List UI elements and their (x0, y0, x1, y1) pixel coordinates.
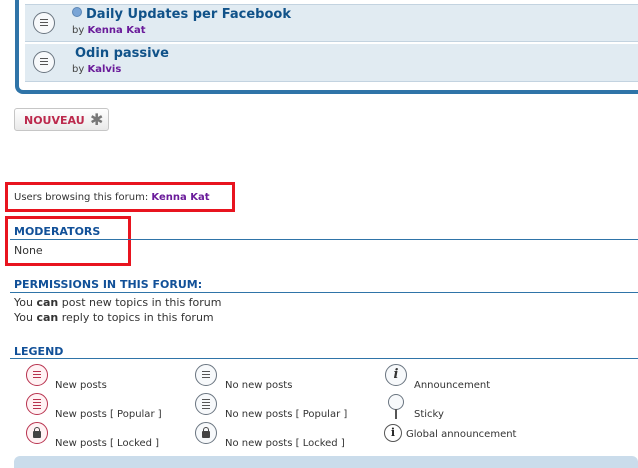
no-new-posts-locked-icon (195, 422, 217, 444)
topic-icon (33, 12, 55, 34)
topic-title[interactable]: Odin passive (75, 46, 169, 61)
permission-line: You can post new topics in this forum (14, 296, 222, 309)
no-new-posts-icon (195, 364, 217, 386)
topic-row[interactable]: Odin passive by Kalvis (25, 44, 638, 82)
legend-label: No new posts (225, 380, 293, 391)
legend-heading: LEGEND (14, 345, 64, 358)
topic-author-line: by Kalvis (72, 64, 122, 75)
legend-label: New posts [ Popular ] (55, 409, 162, 420)
highlight-box-moderators (5, 216, 131, 266)
permissions-heading: PERMISSIONS IN THIS FORUM: (14, 278, 203, 291)
new-topic-button[interactable]: NOUVEAU ✱ (14, 108, 109, 131)
new-posts-locked-icon (26, 422, 48, 444)
unread-dot-icon (72, 7, 82, 17)
divider (10, 239, 638, 240)
divider (10, 358, 638, 359)
footer-bar (14, 456, 638, 468)
legend-label: Global announcement (406, 429, 517, 440)
legend-label: No new posts [ Locked ] (225, 438, 345, 449)
moderators-heading: MODERATORS (14, 225, 101, 238)
topic-list: Daily Updates per Facebook by Kenna Kat … (15, 0, 638, 94)
topic-row[interactable]: Daily Updates per Facebook by Kenna Kat (25, 4, 638, 42)
moderators-value: None (14, 244, 43, 257)
topic-title[interactable]: Daily Updates per Facebook (72, 7, 291, 22)
permission-line: You can reply to topics in this forum (14, 311, 214, 324)
users-browsing: Users browsing this forum: Kenna Kat (14, 192, 210, 203)
legend-label: Announcement (414, 380, 491, 391)
sticky-pin-icon (387, 394, 405, 420)
topic-author[interactable]: Kalvis (87, 64, 121, 75)
star-icon: ✱ (90, 110, 104, 129)
topic-author-line: by Kenna Kat (72, 25, 146, 36)
no-new-posts-popular-icon (195, 393, 217, 415)
topic-author[interactable]: Kenna Kat (87, 25, 145, 36)
topic-icon (33, 51, 55, 73)
new-posts-popular-icon (26, 393, 48, 415)
announcement-icon: i (385, 364, 407, 386)
legend-label: Sticky (414, 409, 444, 420)
legend-label: No new posts [ Popular ] (225, 409, 348, 420)
browsing-user[interactable]: Kenna Kat (151, 192, 209, 203)
legend-label: New posts [ Locked ] (55, 438, 160, 449)
divider (10, 292, 638, 293)
new-topic-label: NOUVEAU (24, 114, 85, 127)
new-posts-icon (26, 364, 48, 386)
legend-label: New posts (55, 380, 107, 391)
global-announcement-icon: i (384, 424, 402, 442)
